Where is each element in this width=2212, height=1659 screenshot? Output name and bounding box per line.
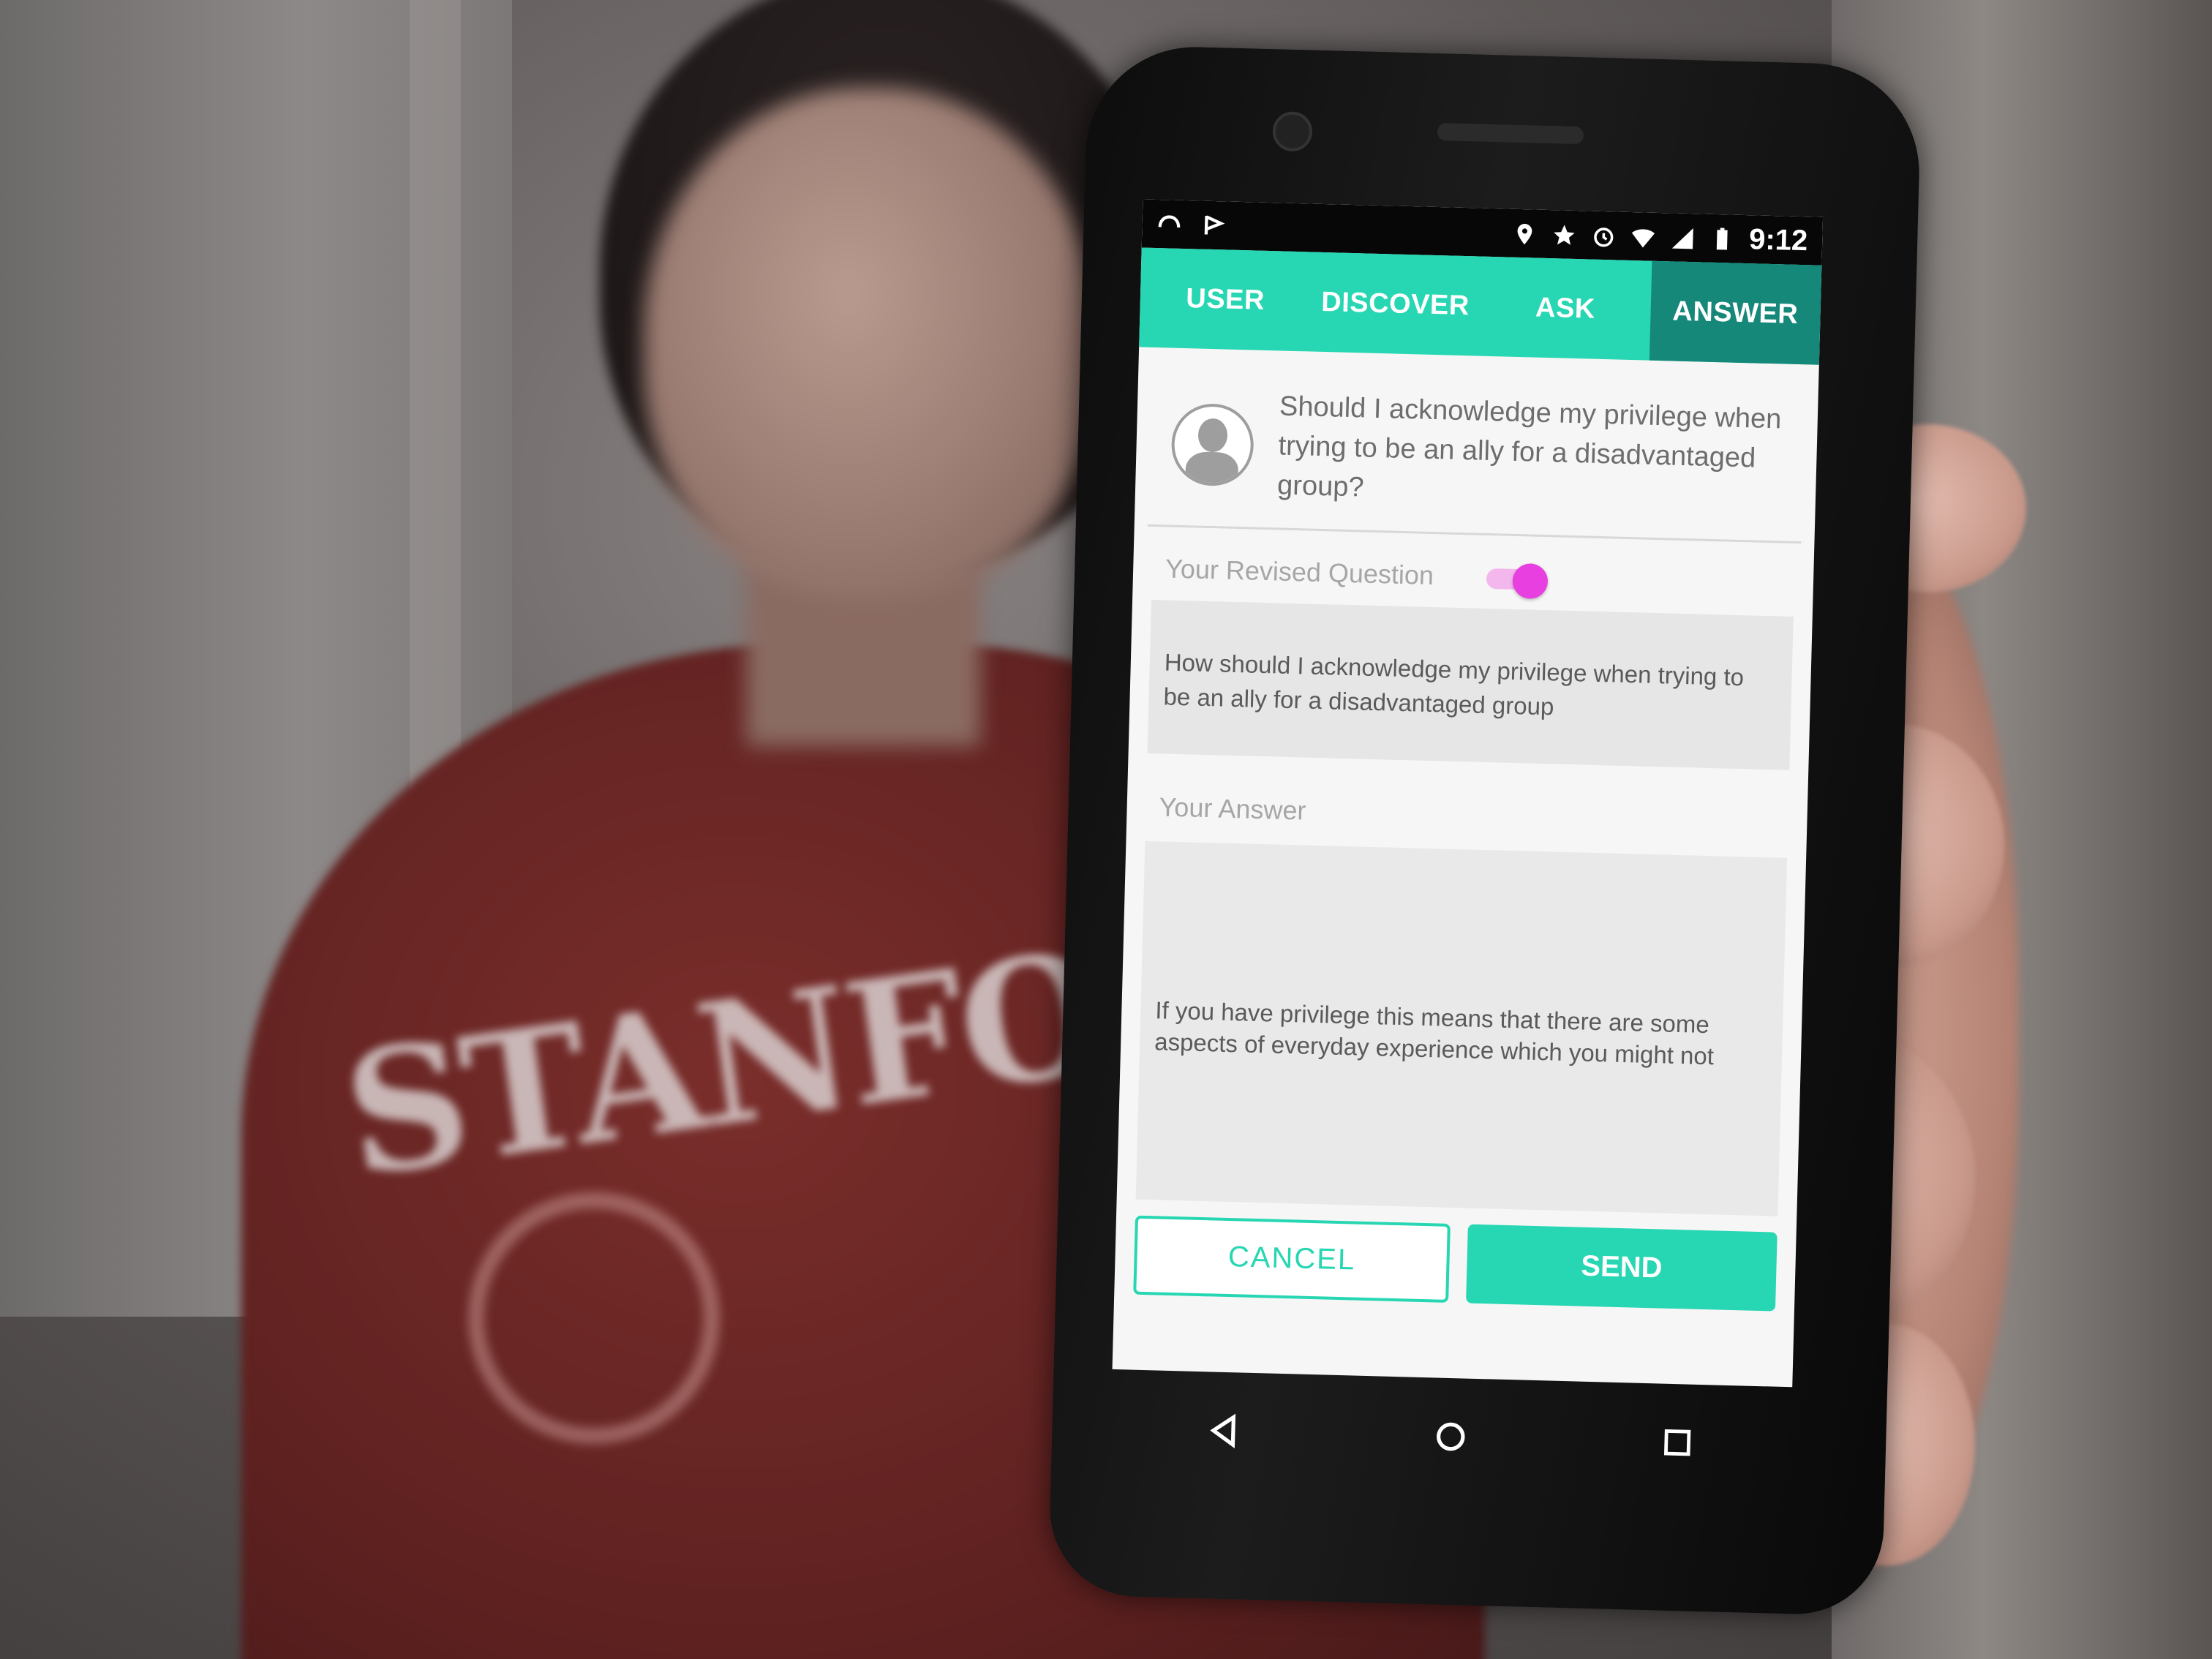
action-buttons: CANCEL SEND bbox=[1114, 1199, 1797, 1328]
status-time: 9:12 bbox=[1748, 222, 1808, 257]
revised-question-field[interactable]: How should I acknowledge my privilege wh… bbox=[1147, 599, 1794, 770]
star-icon bbox=[1551, 222, 1577, 247]
app-screen: 9:12 USER DISCOVER ASK ANSWER Should I a… bbox=[1112, 199, 1824, 1388]
recents-icon[interactable] bbox=[1655, 1420, 1700, 1465]
tab-user[interactable]: USER bbox=[1139, 247, 1312, 351]
cell-signal-icon bbox=[1670, 225, 1696, 250]
avatar-body bbox=[1184, 451, 1239, 487]
toggle-knob bbox=[1512, 563, 1549, 599]
person-face bbox=[644, 88, 1097, 600]
signal-flag-icon bbox=[1202, 213, 1227, 238]
earpiece-speaker bbox=[1437, 122, 1584, 145]
phone: 9:12 USER DISCOVER ASK ANSWER Should I a… bbox=[1047, 44, 1922, 1617]
avatar bbox=[1170, 402, 1255, 487]
alarm-icon bbox=[1591, 223, 1617, 249]
shirt-seal bbox=[468, 1192, 720, 1444]
home-icon[interactable] bbox=[1429, 1414, 1474, 1459]
tab-bar: USER DISCOVER ASK ANSWER bbox=[1139, 247, 1822, 365]
wifi-icon bbox=[1630, 224, 1656, 249]
back-icon[interactable] bbox=[1202, 1408, 1247, 1453]
avatar-head bbox=[1197, 418, 1228, 453]
tab-answer[interactable]: ANSWER bbox=[1649, 260, 1822, 365]
cancel-button[interactable]: CANCEL bbox=[1133, 1215, 1451, 1303]
headphones-icon bbox=[1156, 211, 1182, 237]
door-frame bbox=[410, 0, 461, 805]
revised-question-toggle[interactable] bbox=[1486, 563, 1549, 599]
location-icon bbox=[1512, 221, 1538, 247]
revised-question-label: Your Revised Question bbox=[1165, 553, 1434, 590]
tab-discover[interactable]: DISCOVER bbox=[1309, 252, 1482, 356]
battery-icon bbox=[1709, 226, 1735, 252]
android-nav-bar bbox=[1109, 1373, 1792, 1500]
question-text: Should I acknowledge my privilege when t… bbox=[1276, 391, 1782, 503]
answer-field[interactable]: If you have privilege this means that th… bbox=[1135, 840, 1788, 1216]
tab-ask[interactable]: ASK bbox=[1479, 257, 1652, 361]
front-camera bbox=[1272, 111, 1313, 152]
question-card: Should I acknowledge my privilege when t… bbox=[1147, 347, 1806, 544]
send-button[interactable]: SEND bbox=[1466, 1224, 1778, 1312]
